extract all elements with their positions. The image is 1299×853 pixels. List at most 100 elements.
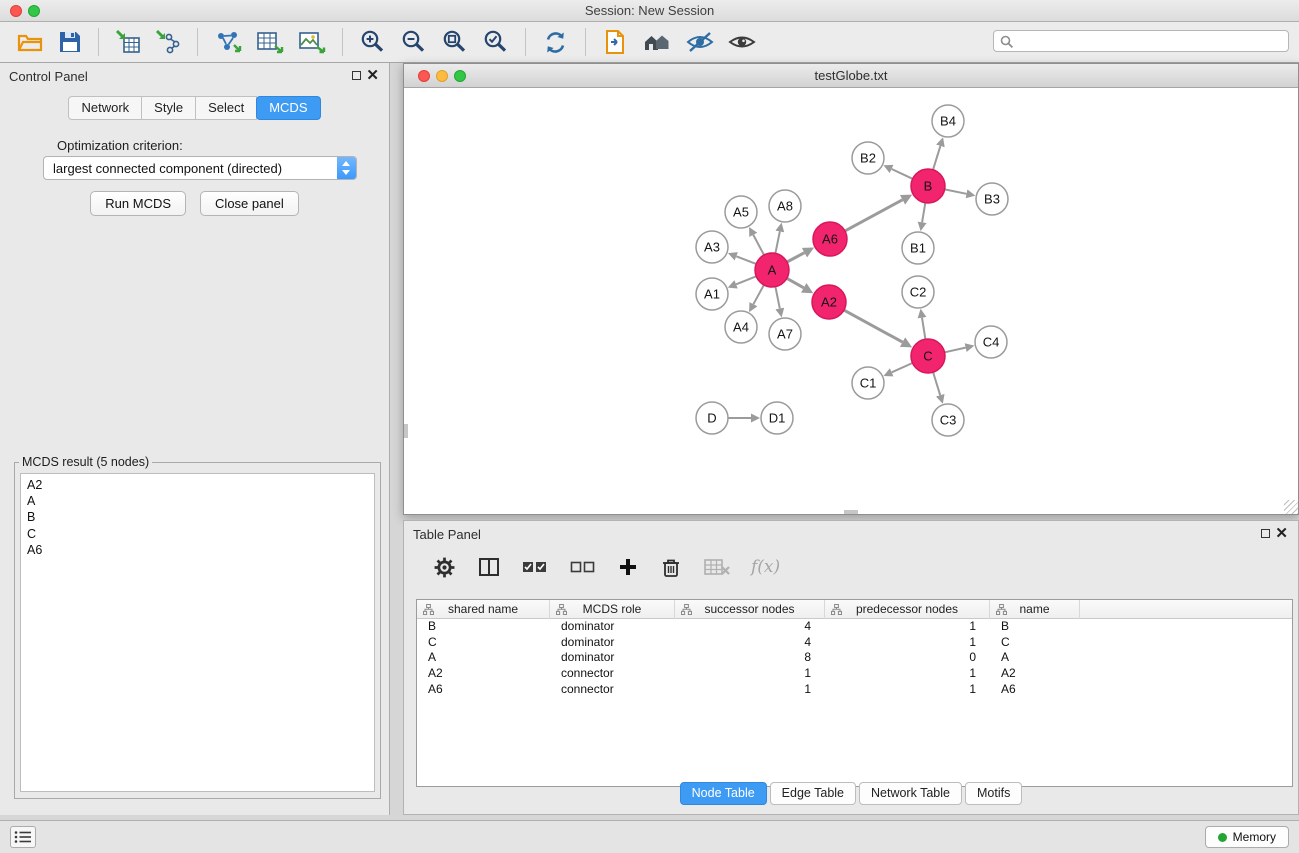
tab-select[interactable]: Select [195, 96, 257, 120]
graph-node-C4[interactable]: C4 [975, 326, 1007, 358]
graph-edge-A-A3[interactable] [736, 256, 756, 264]
table-settings-gear-icon[interactable] [429, 554, 460, 581]
graph-node-C1[interactable]: C1 [852, 367, 884, 399]
column-header-shared-name[interactable]: shared name [417, 600, 550, 619]
result-item[interactable]: A [27, 493, 368, 509]
deselect-all-columns-icon[interactable] [566, 556, 600, 578]
table-row[interactable]: A6connector11A6 [417, 682, 1292, 698]
graph-node-A6[interactable]: A6 [813, 222, 847, 256]
graph-edge-A-A2[interactable] [787, 278, 804, 288]
graph-edge-A2-C[interactable] [844, 310, 903, 342]
graph-node-B3[interactable]: B3 [976, 183, 1008, 215]
graph-edge-C-C4[interactable] [945, 348, 966, 353]
graph-node-A5[interactable]: A5 [725, 196, 757, 228]
add-column-icon[interactable] [614, 555, 642, 579]
graph-edge-A6-B[interactable] [845, 200, 903, 231]
session-import-icon[interactable] [598, 27, 632, 57]
graph-edge-C-C1[interactable] [892, 363, 913, 372]
delete-table-icon[interactable] [700, 555, 734, 579]
graph-node-D1[interactable]: D1 [761, 402, 793, 434]
graph-edge-A-A1[interactable] [736, 276, 756, 284]
zoom-out-icon[interactable] [396, 27, 431, 58]
select-all-columns-icon[interactable] [518, 556, 552, 578]
graph-edge-A-A4[interactable] [753, 285, 764, 304]
memory-button[interactable]: Memory [1205, 826, 1289, 848]
result-item[interactable]: A2 [27, 477, 368, 493]
run-mcds-button[interactable]: Run MCDS [90, 191, 186, 216]
graph-node-A[interactable]: A [755, 253, 789, 287]
close-table-panel-icon[interactable]: ✕ [1275, 525, 1288, 543]
graph-node-C[interactable]: C [911, 339, 945, 373]
show-columns-icon[interactable] [474, 554, 504, 580]
result-item[interactable]: C [27, 526, 368, 542]
task-history-icon[interactable] [10, 826, 36, 848]
canvas-scroll-mark-horizontal[interactable] [844, 510, 858, 514]
graph-node-C3[interactable]: C3 [932, 404, 964, 436]
graph-node-A3[interactable]: A3 [696, 231, 728, 263]
refresh-icon[interactable] [538, 27, 573, 58]
graph-edge-C-C2[interactable] [922, 318, 925, 340]
result-item[interactable]: B [27, 509, 368, 525]
graph-node-A1[interactable]: A1 [696, 278, 728, 310]
resize-grip-icon[interactable] [1284, 500, 1298, 514]
graph-edge-B-B4[interactable] [933, 146, 940, 170]
graph-edge-A-A5[interactable] [753, 235, 764, 255]
search-box[interactable] [993, 30, 1289, 52]
tab-motifs[interactable]: Motifs [965, 782, 1022, 805]
export-table-icon[interactable] [252, 27, 288, 57]
close-panel-button[interactable]: Close panel [200, 191, 299, 216]
export-image-icon[interactable] [294, 27, 330, 57]
result-item[interactable]: A6 [27, 542, 368, 558]
graph-node-D[interactable]: D [696, 402, 728, 434]
tab-node-table[interactable]: Node Table [680, 782, 767, 805]
graph-node-B[interactable]: B [911, 169, 945, 203]
optimization-select[interactable]: largest connected component (directed) [43, 156, 357, 180]
float-table-panel-icon[interactable] [1261, 529, 1270, 538]
graph-node-A8[interactable]: A8 [769, 190, 801, 222]
graph-edge-B-B3[interactable] [945, 189, 967, 193]
graph-edge-B-B2[interactable] [892, 169, 913, 179]
column-header-successor-nodes[interactable]: successor nodes [675, 600, 825, 619]
column-header-predecessor-nodes[interactable]: predecessor nodes [825, 600, 990, 619]
column-header-name[interactable]: name [990, 600, 1080, 619]
zoom-selected-icon[interactable] [478, 27, 513, 58]
graph-edge-B-B1[interactable] [922, 203, 925, 223]
import-network-file-icon[interactable] [111, 27, 145, 57]
delete-column-icon[interactable] [656, 554, 686, 580]
table-row[interactable]: Adominator80A [417, 650, 1292, 666]
tab-network-table[interactable]: Network Table [859, 782, 962, 805]
graph-node-B4[interactable]: B4 [932, 105, 964, 137]
table-row[interactable]: A2connector11A2 [417, 666, 1292, 682]
graph-edge-A-A7[interactable] [775, 287, 779, 309]
graph-node-A7[interactable]: A7 [769, 318, 801, 350]
graph-edge-C-C3[interactable] [933, 372, 940, 395]
search-input[interactable] [1018, 32, 1284, 50]
import-table-file-icon[interactable] [151, 27, 185, 57]
network-canvas[interactable]: B4 B2 B B3 A8 A5 A6 A3 B1 A C2 A1 A2 A4 A7 C4 C C1 D D1 C3 [404, 88, 1298, 514]
graph-node-A2[interactable]: A2 [812, 285, 846, 319]
graph-node-B2[interactable]: B2 [852, 142, 884, 174]
graph-node-B1[interactable]: B1 [902, 232, 934, 264]
zoom-in-icon[interactable] [355, 27, 390, 58]
open-file-icon[interactable] [13, 28, 48, 56]
close-panel-icon[interactable]: ✕ [366, 67, 379, 85]
show-graphics-icon[interactable] [724, 28, 760, 56]
tab-mcds[interactable]: MCDS [256, 96, 320, 120]
function-builder-icon[interactable]: f(x) [751, 557, 780, 577]
zoom-fit-icon[interactable] [437, 27, 472, 58]
float-panel-icon[interactable] [352, 71, 361, 80]
new-network-icon[interactable] [210, 27, 246, 57]
canvas-scroll-mark-vertical[interactable] [404, 424, 408, 438]
home-icon[interactable] [638, 28, 676, 56]
tab-edge-table[interactable]: Edge Table [770, 782, 856, 805]
graph-edge-A-A6[interactable] [787, 253, 804, 262]
tab-network[interactable]: Network [68, 96, 142, 120]
column-header-MCDS-role[interactable]: MCDS role [550, 600, 675, 619]
graph-node-A4[interactable]: A4 [725, 311, 757, 343]
graph-node-C2[interactable]: C2 [902, 276, 934, 308]
tab-style[interactable]: Style [141, 96, 196, 120]
save-icon[interactable] [54, 28, 86, 56]
graph-edge-A-A8[interactable] [775, 232, 779, 254]
apply-style-icon[interactable] [682, 28, 718, 56]
table-row[interactable]: Cdominator41C [417, 635, 1292, 651]
